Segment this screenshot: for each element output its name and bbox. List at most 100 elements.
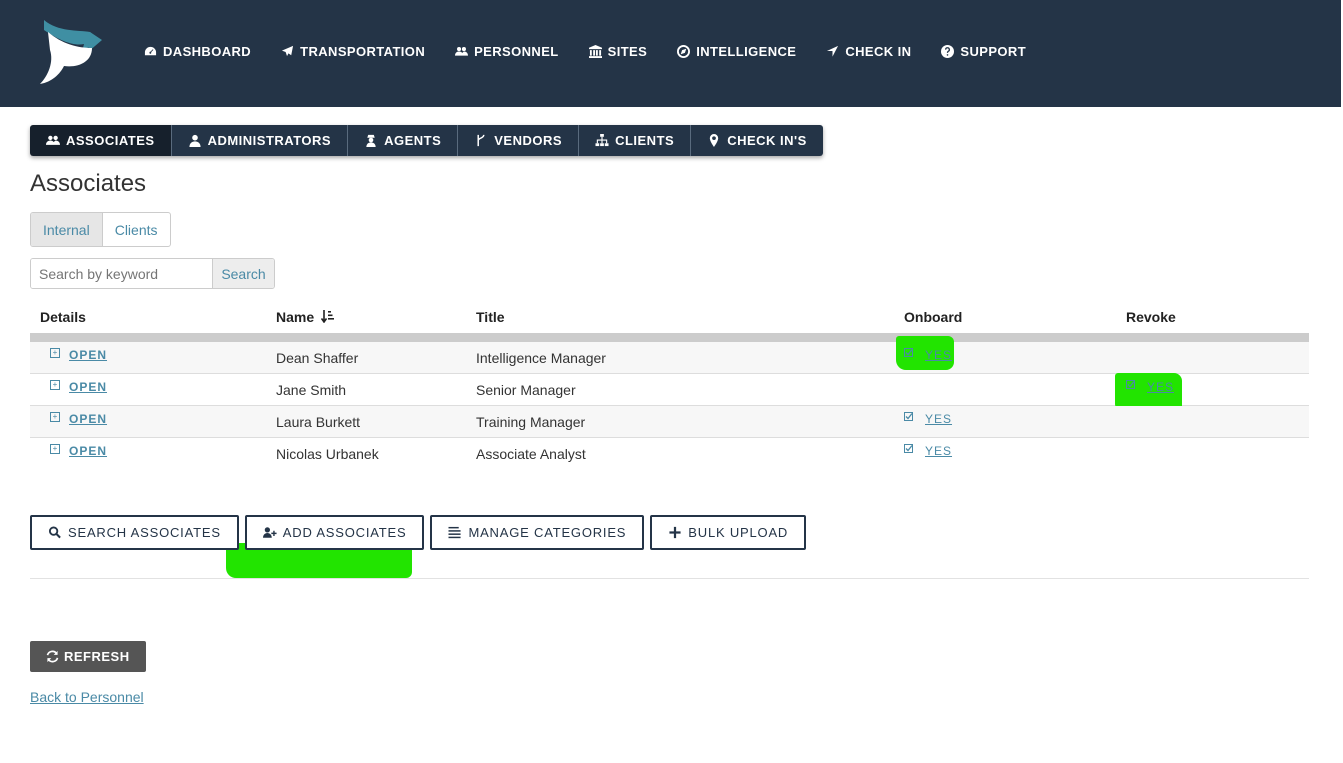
- nav-label: SUPPORT: [960, 44, 1027, 59]
- nav-support[interactable]: SUPPORT: [941, 44, 1026, 59]
- row-title: Training Manager: [476, 414, 586, 430]
- plane-icon: [282, 45, 294, 57]
- add-associates-button[interactable]: ADD ASSOCIATES: [244, 515, 425, 550]
- nav-label: PERSONNEL: [474, 44, 559, 59]
- row-title: Intelligence Manager: [476, 350, 606, 366]
- nav-label: TRANSPORTATION: [300, 44, 426, 59]
- user-secret-icon: [366, 134, 376, 147]
- logo[interactable]: [38, 18, 104, 86]
- search-icon: [48, 526, 61, 539]
- search-input[interactable]: [31, 259, 212, 288]
- tab-vendors[interactable]: VENDORS: [458, 125, 580, 156]
- compass-icon: [677, 45, 691, 58]
- row-name: Nicolas Urbanek: [276, 446, 379, 462]
- onboard-yes-link[interactable]: YES: [925, 348, 952, 362]
- nav-label: SITES: [607, 44, 648, 59]
- tab-label: VENDORS: [494, 133, 563, 148]
- expand-icon[interactable]: +: [50, 444, 60, 454]
- tab-check-ins[interactable]: CHECK IN'S: [691, 125, 823, 156]
- column-details[interactable]: Details: [40, 309, 86, 325]
- tab-associates[interactable]: ASSOCIATES: [30, 125, 172, 156]
- expand-icon[interactable]: +: [50, 348, 60, 358]
- question-circle-icon: [941, 45, 955, 58]
- associates-table: Details Name Title Onboard Revoke + OPEN…: [30, 305, 1309, 469]
- toggle-clients[interactable]: Clients: [103, 213, 170, 246]
- search-button[interactable]: Search: [212, 259, 274, 288]
- revoke-yes-link[interactable]: YES: [1147, 380, 1174, 394]
- open-link[interactable]: OPEN: [69, 380, 107, 394]
- users-icon: [455, 47, 469, 56]
- onboard-yes-link[interactable]: YES: [925, 412, 952, 426]
- row-title: Senior Manager: [476, 382, 576, 398]
- nav-transportation[interactable]: TRANSPORTATION: [281, 44, 425, 59]
- row-name: Dean Shaffer: [276, 350, 359, 366]
- table-row: + OPEN Laura Burkett Training Manager YE…: [30, 406, 1309, 438]
- nav-intelligence[interactable]: INTELLIGENCE: [677, 44, 796, 59]
- refresh-button[interactable]: REFRESH: [30, 641, 146, 672]
- list-icon: [448, 526, 462, 539]
- check-square-icon: [1126, 380, 1135, 389]
- table-row: + OPEN Dean Shaffer Intelligence Manager…: [30, 336, 1309, 374]
- open-link[interactable]: OPEN: [69, 348, 107, 362]
- open-link[interactable]: OPEN: [69, 412, 107, 426]
- column-revoke[interactable]: Revoke: [1126, 309, 1176, 325]
- page-title: Associates: [30, 170, 147, 197]
- back-to-personnel-link[interactable]: Back to Personnel: [30, 689, 144, 705]
- nav-sites[interactable]: SITES: [588, 44, 648, 59]
- row-title: Associate Analyst: [476, 446, 586, 462]
- button-label: ADD ASSOCIATES: [282, 525, 407, 540]
- expand-icon[interactable]: +: [50, 380, 60, 390]
- tab-label: CLIENTS: [615, 133, 675, 148]
- nav-personnel[interactable]: PERSONNEL: [455, 44, 559, 59]
- column-title[interactable]: Title: [476, 309, 505, 325]
- check-square-icon: [904, 444, 913, 453]
- tab-label: AGENTS: [384, 133, 442, 148]
- manage-categories-button[interactable]: MANAGE CATEGORIES: [430, 515, 645, 550]
- onboard-yes-link[interactable]: YES: [925, 444, 952, 458]
- tab-label: ASSOCIATES: [66, 133, 155, 148]
- table-row: + OPEN Jane Smith Senior Manager YES: [30, 373, 1309, 410]
- tab-agents[interactable]: AGENTS: [348, 125, 459, 156]
- search-bar: Search: [30, 258, 275, 289]
- table-header: Details Name Title Onboard Revoke: [30, 305, 1309, 342]
- sort-amount-asc-icon: [320, 310, 335, 324]
- button-label: SEARCH ASSOCIATES: [68, 525, 221, 540]
- bulk-upload-button[interactable]: BULK UPLOAD: [650, 515, 807, 550]
- column-onboard[interactable]: Onboard: [904, 309, 962, 325]
- row-name: Jane Smith: [276, 382, 347, 398]
- nav-label: INTELLIGENCE: [696, 44, 797, 59]
- button-label: REFRESH: [64, 649, 130, 664]
- column-name[interactable]: Name: [276, 309, 335, 325]
- table-row: + OPEN Nicolas Urbanek Associate Analyst…: [30, 438, 1309, 469]
- search-associates-button[interactable]: SEARCH ASSOCIATES: [30, 515, 239, 550]
- user-plus-icon: [262, 527, 277, 538]
- bank-icon: [588, 45, 602, 58]
- expand-icon[interactable]: +: [50, 412, 60, 422]
- users-icon: [46, 135, 60, 145]
- dashboard-icon: [144, 46, 157, 56]
- nav-label: DASHBOARD: [163, 44, 252, 59]
- column-name-label: Name: [276, 309, 315, 325]
- internal-clients-toggle: Internal Clients: [30, 212, 171, 247]
- tab-label: CHECK IN'S: [727, 133, 807, 148]
- tab-administrators[interactable]: ADMINISTRATORS: [171, 125, 349, 156]
- nav-check-in[interactable]: CHECK IN: [826, 44, 911, 59]
- tab-clients[interactable]: CLIENTS: [579, 125, 692, 156]
- personnel-tabs: ASSOCIATES ADMINISTRATORS AGENTS VENDORS…: [30, 125, 823, 156]
- nav-label: CHECK IN: [845, 44, 912, 59]
- toggle-internal[interactable]: Internal: [31, 213, 103, 246]
- plus-icon: [669, 526, 681, 539]
- button-label: MANAGE CATEGORIES: [468, 525, 627, 540]
- action-buttons: SEARCH ASSOCIATES ADD ASSOCIATES MANAGE …: [30, 515, 812, 550]
- code-fork-icon: [477, 134, 485, 147]
- check-square-icon: [904, 412, 913, 421]
- map-marker-icon: [710, 134, 719, 147]
- row-name: Laura Burkett: [276, 414, 361, 430]
- tab-label: ADMINISTRATORS: [207, 133, 332, 148]
- nav-dashboard[interactable]: DASHBOARD: [144, 44, 251, 59]
- open-link[interactable]: OPEN: [69, 444, 107, 458]
- refresh-icon: [46, 650, 59, 663]
- check-square-icon: [904, 348, 913, 357]
- user-icon: [188, 134, 201, 147]
- location-arrow-icon: [827, 45, 839, 57]
